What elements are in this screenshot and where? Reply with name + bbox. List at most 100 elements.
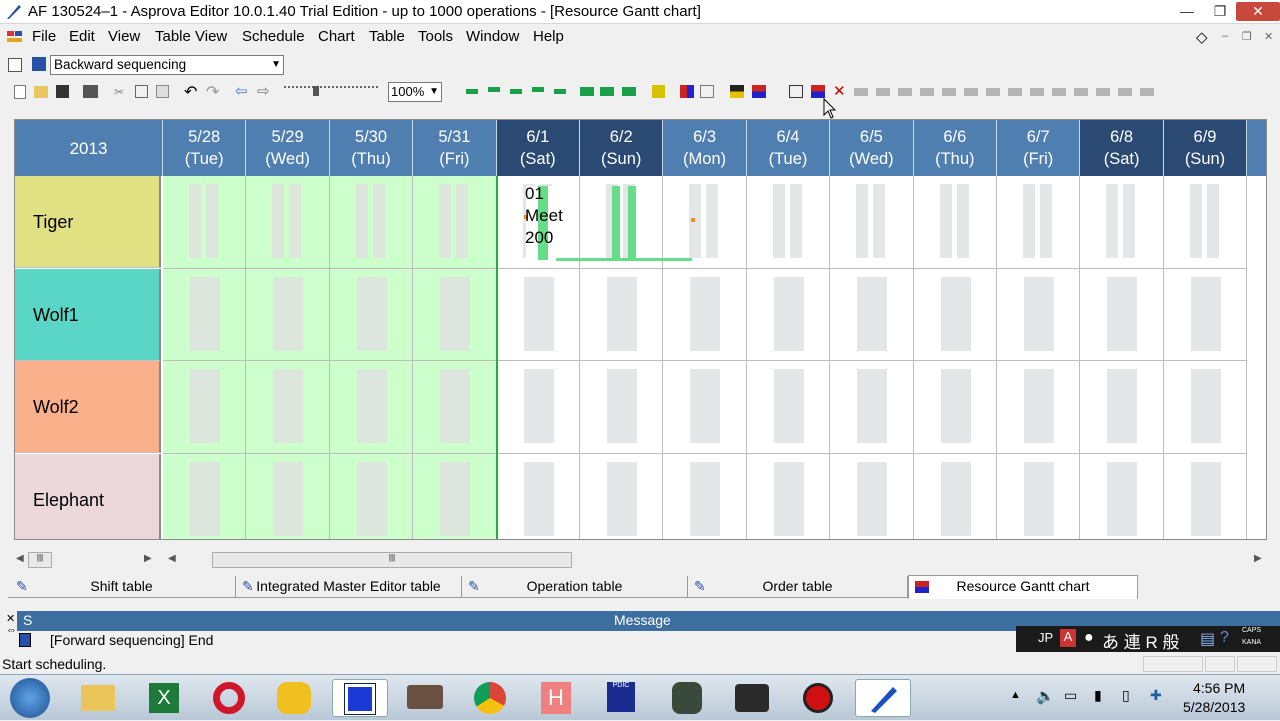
gantt-cell[interactable]: [413, 453, 497, 539]
ime-lang[interactable]: JP: [1038, 630, 1053, 645]
gantt-cell[interactable]: [246, 176, 330, 269]
volume-icon[interactable]: 🔈: [1036, 687, 1055, 705]
gantt-cell[interactable]: [913, 176, 997, 269]
gantt-cell[interactable]: [1163, 176, 1248, 269]
link-icon[interactable]: [789, 85, 803, 98]
gantt-cell[interactable]: [246, 453, 330, 539]
menu-window[interactable]: Window: [466, 28, 519, 45]
tab-shift-table[interactable]: ✎ Shift table: [8, 576, 236, 598]
opera-taskbar-button[interactable]: [201, 679, 257, 717]
pdic-taskbar-button[interactable]: PDIC: [593, 679, 649, 717]
paste-icon[interactable]: [156, 85, 169, 98]
row-height-icon-group[interactable]: [578, 84, 642, 100]
gantt-cell[interactable]: [496, 268, 580, 361]
menu-schedule[interactable]: Schedule: [242, 28, 305, 45]
gantt-cell[interactable]: [746, 361, 831, 454]
signal-icon[interactable]: ▮: [1094, 687, 1102, 704]
scanner-taskbar-button[interactable]: [397, 679, 453, 717]
tab-operation-table[interactable]: ✎ Operation table: [462, 576, 688, 598]
gantt-layout-icon-group[interactable]: [462, 84, 574, 100]
gantt-cell[interactable]: [830, 176, 914, 269]
gantt-cell[interactable]: [246, 361, 330, 454]
bar-chart-icon[interactable]: [680, 85, 694, 98]
app-taskbar-button-active[interactable]: [332, 679, 388, 717]
gantt-cell[interactable]: [746, 176, 831, 269]
gantt-cell[interactable]: [1163, 361, 1248, 454]
message-pane-pin-icon[interactable]: ⇔: [6, 624, 17, 636]
chart-scroll-right-icon[interactable]: ▶: [1254, 553, 1262, 564]
explorer-taskbar-button[interactable]: [70, 679, 126, 717]
gantt-cell[interactable]: [747, 453, 831, 539]
gantt-cell[interactable]: [496, 361, 580, 454]
tray-expand-icon[interactable]: ▲: [1010, 689, 1021, 701]
gantt-cell[interactable]: [163, 176, 247, 269]
copy-icon[interactable]: [135, 85, 148, 98]
gantt-cell[interactable]: [163, 453, 247, 539]
tab-resource-gantt-chart[interactable]: Resource Gantt chart: [908, 575, 1138, 599]
gantt-cell[interactable]: [663, 176, 747, 269]
clock-time[interactable]: 4:56 PM: [1193, 680, 1245, 696]
message-line[interactable]: [Forward sequencing] End: [17, 631, 1017, 651]
gantt-cell[interactable]: [914, 453, 997, 539]
gantt-cell[interactable]: [1080, 453, 1164, 539]
gantt-cell[interactable]: [246, 268, 330, 361]
ime-language-bar[interactable]: JP A ● あ 連 R 般 ▤ ? CAPS KANA: [1016, 626, 1280, 652]
operation-bar-3[interactable]: [628, 186, 636, 260]
gantt-cell[interactable]: [329, 453, 414, 539]
resource-label-elephant[interactable]: Elephant: [15, 453, 161, 539]
operation-bar-2[interactable]: [612, 186, 620, 260]
ime-chars[interactable]: あ 連 R 般: [1102, 628, 1179, 653]
close-button[interactable]: ✕: [1236, 2, 1280, 21]
menu-tools[interactable]: Tools: [418, 28, 453, 45]
mdi-restore-button[interactable]: ❐: [1242, 30, 1252, 43]
zoom-slider-thumb[interactable]: [313, 86, 319, 96]
scroll-left-icon[interactable]: ◀: [16, 553, 24, 564]
resource-gantt-chart[interactable]: 2013 5/28 (Tue) 5/29 (Wed) 5/30 (Thu) 5/31 (Fri…: [14, 119, 1267, 540]
chart-icon[interactable]: [652, 85, 665, 98]
gantt-cell[interactable]: [1163, 268, 1248, 361]
menu-edit[interactable]: Edit: [69, 28, 95, 45]
undo-icon[interactable]: ↶: [184, 82, 197, 102]
start-button[interactable]: [10, 678, 50, 718]
gantt-cell[interactable]: [580, 453, 664, 539]
recorder-taskbar-button[interactable]: [790, 679, 846, 717]
resource-icon[interactable]: [730, 85, 744, 98]
gantt-cell[interactable]: [163, 361, 247, 454]
menu-help[interactable]: Help: [533, 28, 564, 45]
gantt-cell[interactable]: [663, 268, 747, 361]
gantt-cell[interactable]: [329, 361, 414, 454]
gantt-icon[interactable]: [752, 85, 766, 98]
print-icon[interactable]: [83, 85, 98, 98]
label-scroll-thumb[interactable]: |||: [28, 552, 52, 568]
gantt-cell[interactable]: [830, 268, 914, 361]
operation-link-icon[interactable]: [811, 85, 825, 98]
new-file-icon[interactable]: [14, 85, 26, 99]
mdi-close-button[interactable]: ✕: [1264, 30, 1273, 43]
view-mode-icon[interactable]: [8, 58, 22, 72]
ime-help-icon[interactable]: ?: [1220, 629, 1229, 647]
evernote-taskbar-button[interactable]: [659, 679, 715, 717]
maximize-button[interactable]: ❐: [1205, 2, 1235, 21]
gantt-cell[interactable]: [663, 361, 747, 454]
back-arrow-icon[interactable]: ⇦: [235, 82, 248, 100]
gantt-cell[interactable]: [913, 361, 997, 454]
chart-scroll-thumb[interactable]: |||: [212, 552, 572, 568]
resource-label-wolf1[interactable]: Wolf1: [15, 268, 161, 361]
gantt-cell[interactable]: [997, 361, 1081, 454]
open-folder-icon[interactable]: [34, 86, 48, 98]
zoom-select[interactable]: 100% ▼: [388, 82, 442, 102]
gantt-cell[interactable]: [580, 361, 664, 454]
gantt-cell[interactable]: [1080, 268, 1164, 361]
menu-file[interactable]: File: [32, 28, 56, 45]
gantt-cell[interactable]: [329, 268, 414, 361]
sequencing-select[interactable]: Backward sequencing ▼: [50, 55, 284, 75]
excel-taskbar-button[interactable]: X: [136, 679, 192, 717]
gantt-cell[interactable]: [497, 453, 580, 539]
asprova-taskbar-button[interactable]: [855, 679, 911, 717]
gantt-cell[interactable]: [1080, 361, 1164, 454]
sync-icon[interactable]: ✚: [1150, 687, 1162, 704]
gantt-cell[interactable]: [1080, 176, 1164, 269]
chrome-taskbar-button[interactable]: [462, 679, 518, 717]
gantt-cell[interactable]: [663, 453, 747, 539]
gantt-cell[interactable]: [413, 361, 497, 454]
